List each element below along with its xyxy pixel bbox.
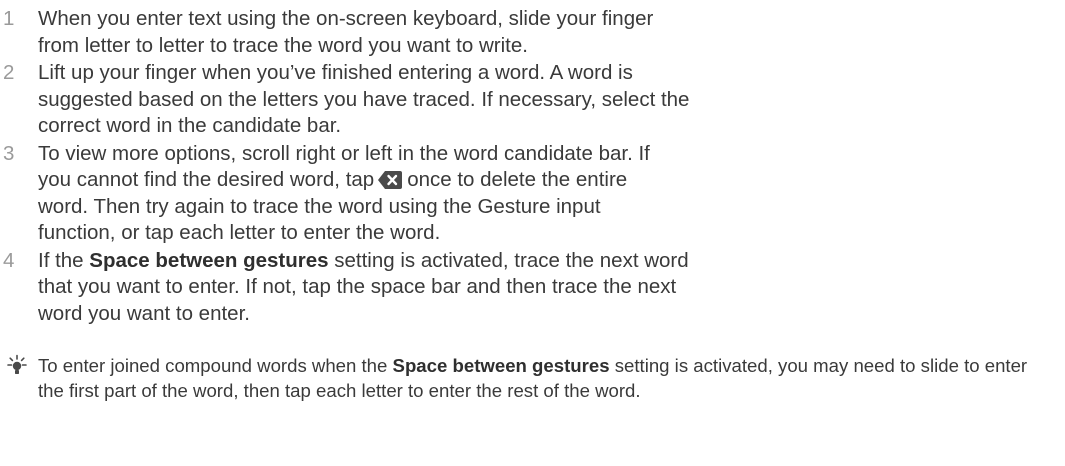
lightbulb-tip-icon [7, 354, 27, 374]
step-3: 3 To view more options, scroll right or … [0, 141, 698, 247]
step-4: 4 If the Space between gestures setting … [0, 248, 698, 328]
step-number: 2 [3, 61, 15, 84]
step-number: 4 [3, 248, 15, 272]
tip-text: To enter joined compound words when the … [38, 354, 1028, 403]
setting-name: Space between gestures [89, 248, 329, 272]
step-text: When you enter text using the on-screen … [38, 7, 654, 57]
step-2: 2 Lift up your finger when you’ve finish… [0, 60, 698, 140]
tip-text-before: To enter joined compound words when the [38, 355, 388, 376]
step-text: Lift up your finger when you’ve finished… [38, 61, 690, 137]
step-text-before: If the [38, 248, 84, 272]
step-text: To view more options, scroll right or le… [38, 141, 678, 247]
step-1: 1 When you enter text using the on-scree… [0, 6, 698, 59]
step-text: If the Space between gestures setting is… [38, 248, 698, 328]
steps-list: 1 When you enter text using the on-scree… [0, 6, 1065, 328]
delete-backspace-icon [378, 171, 403, 189]
setting-name: Space between gestures [392, 355, 610, 376]
step-number: 1 [3, 7, 15, 30]
step-number: 3 [3, 141, 15, 165]
